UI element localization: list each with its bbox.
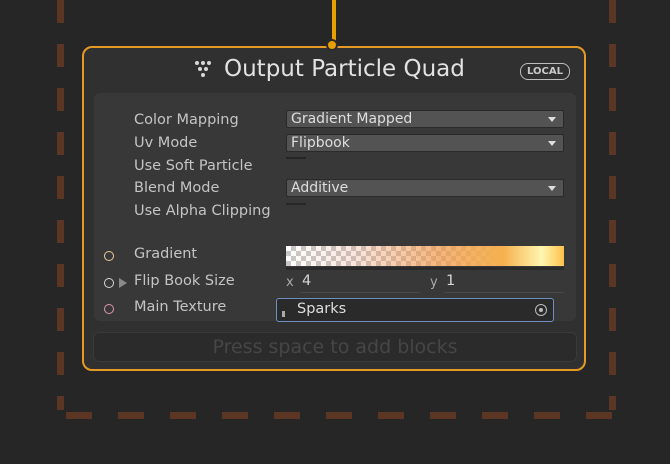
flow-input-port[interactable] xyxy=(326,39,338,51)
system-border-right xyxy=(609,0,616,410)
flip-book-x-label: x xyxy=(286,275,294,290)
node-title: Output Particle Quad xyxy=(224,56,465,82)
uv-mode-dropdown[interactable]: Flipbook xyxy=(286,134,564,152)
output-particle-icon xyxy=(195,61,211,77)
settings-block: Color Mapping Gradient Mapped Uv Mode Fl… xyxy=(94,93,576,321)
flow-edge[interactable] xyxy=(332,0,336,44)
blend-mode-value: Additive xyxy=(291,180,349,196)
object-picker-icon[interactable] xyxy=(535,304,547,316)
texture-icon xyxy=(282,311,285,317)
local-space-badge[interactable]: LOCAL xyxy=(520,63,570,80)
blend-mode-label: Blend Mode xyxy=(134,180,220,196)
color-mapping-label: Color Mapping xyxy=(134,112,239,128)
use-soft-particle-toggle[interactable] xyxy=(286,157,306,159)
use-alpha-clipping-label: Use Alpha Clipping xyxy=(134,203,271,219)
flip-book-size-input-port[interactable] xyxy=(104,278,114,288)
add-blocks-hint[interactable]: Press space to add blocks xyxy=(93,332,577,362)
flip-book-size-label: Flip Book Size xyxy=(134,273,235,289)
main-texture-field[interactable]: Sparks xyxy=(276,298,554,322)
flip-book-y-label: y xyxy=(430,275,438,290)
blend-mode-dropdown[interactable]: Additive xyxy=(286,179,564,197)
uv-mode-label: Uv Mode xyxy=(134,135,198,151)
uv-mode-value: Flipbook xyxy=(291,135,350,151)
expand-arrow-icon[interactable] xyxy=(119,278,127,288)
use-soft-particle-label: Use Soft Particle xyxy=(134,158,253,174)
color-mapping-dropdown[interactable]: Gradient Mapped xyxy=(286,110,564,128)
gradient-input-port[interactable] xyxy=(104,251,114,261)
flip-book-y-value[interactable]: 1 xyxy=(446,273,455,289)
system-border-bottom xyxy=(66,412,626,419)
color-mapping-value: Gradient Mapped xyxy=(291,111,413,127)
use-alpha-clipping-toggle[interactable] xyxy=(286,203,306,205)
main-texture-input-port[interactable] xyxy=(104,304,114,314)
output-particle-quad-node[interactable]: Output Particle Quad LOCAL Color Mapping… xyxy=(82,46,586,371)
flip-book-y-field[interactable] xyxy=(444,292,564,293)
flip-book-x-value[interactable]: 4 xyxy=(302,273,311,289)
main-texture-value: Sparks xyxy=(297,301,347,317)
gradient-alpha-bar xyxy=(286,267,564,270)
system-border-left xyxy=(57,0,64,410)
main-texture-label: Main Texture xyxy=(134,299,227,315)
flip-book-x-field[interactable] xyxy=(300,292,420,293)
chevron-down-icon xyxy=(548,141,556,146)
gradient-label: Gradient xyxy=(134,246,198,262)
gradient-field[interactable] xyxy=(286,246,564,266)
chevron-down-icon xyxy=(548,186,556,191)
chevron-down-icon xyxy=(548,117,556,122)
